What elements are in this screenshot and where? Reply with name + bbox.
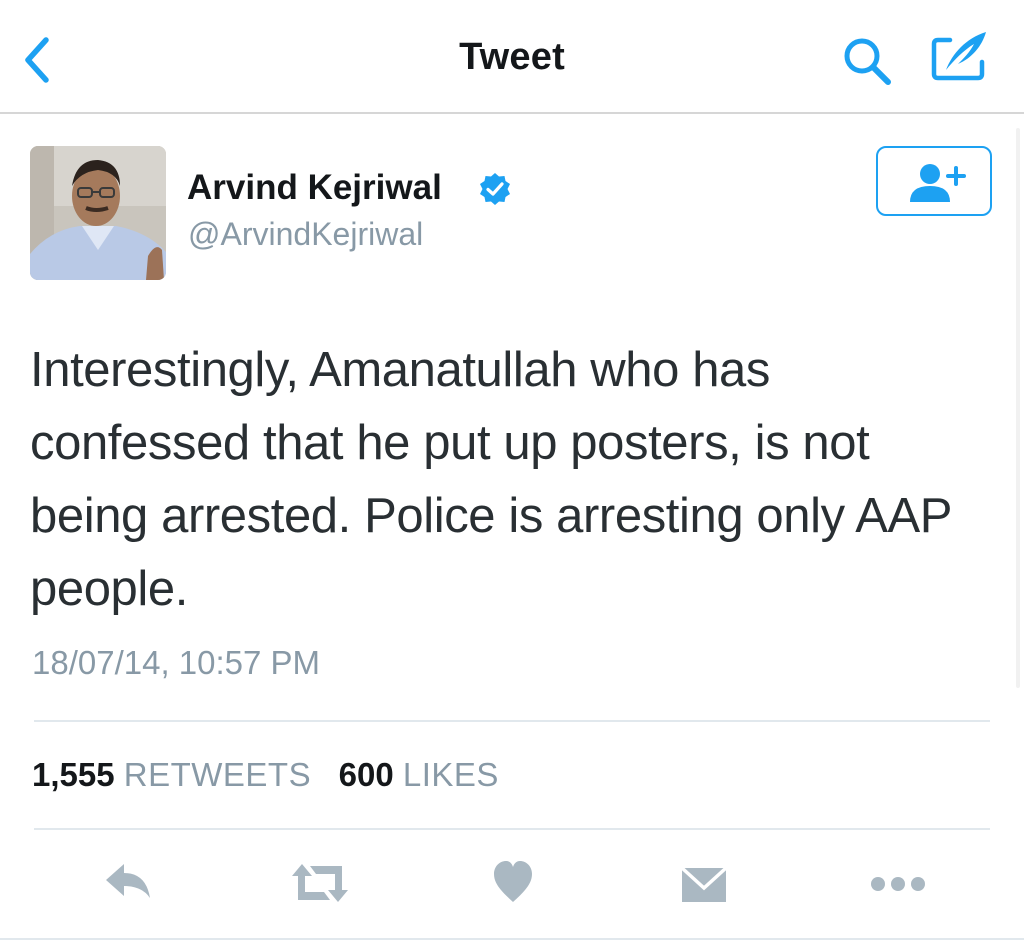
compose-tweet-icon <box>931 32 986 81</box>
reply-icon <box>106 864 150 898</box>
likes-label: LIKES <box>402 756 499 793</box>
likes-stat[interactable]: 600 LIKES <box>339 756 499 793</box>
divider <box>34 828 990 830</box>
tweet-timestamp: 18/07/14, 10:57 PM <box>32 644 321 681</box>
user-handle[interactable]: @ArvindKejriwal <box>188 216 423 253</box>
retweets-label: RETWEETS <box>123 756 312 793</box>
retweet-icon <box>292 864 348 902</box>
heart-icon <box>494 861 532 902</box>
avatar[interactable] <box>30 146 166 280</box>
follow-button[interactable] <box>876 146 992 216</box>
search-icon <box>844 38 891 85</box>
retweets-count: 1,555 <box>32 756 115 793</box>
divider <box>34 720 990 722</box>
envelope-icon <box>680 866 728 902</box>
engagement-stats: 1,555 RETWEETS 600 LIKES <box>32 756 499 794</box>
add-user-icon <box>910 164 966 202</box>
verified-badge-icon <box>480 173 510 205</box>
more-button[interactable] <box>870 858 926 908</box>
like-button[interactable] <box>492 858 534 908</box>
display-name[interactable]: Arvind Kejriwal <box>187 168 442 208</box>
bottom-divider <box>0 938 1024 940</box>
search-button[interactable] <box>840 34 896 90</box>
direct-message-button[interactable] <box>680 858 728 908</box>
tweet-detail-screen: Tweet Arvind Kejriwal @ArvindKejriwal In… <box>0 0 1024 944</box>
retweet-button[interactable] <box>288 858 352 908</box>
navigation-bar: Tweet <box>0 0 1024 114</box>
more-icon <box>871 877 925 891</box>
tweet-text: Interestingly, Amanatullah who has confe… <box>30 343 952 616</box>
scrollbar[interactable] <box>1016 128 1020 688</box>
likes-count: 600 <box>338 756 394 793</box>
retweets-stat[interactable]: 1,555 RETWEETS <box>32 756 320 793</box>
reply-button[interactable] <box>104 858 154 908</box>
compose-tweet-button[interactable] <box>928 26 992 88</box>
